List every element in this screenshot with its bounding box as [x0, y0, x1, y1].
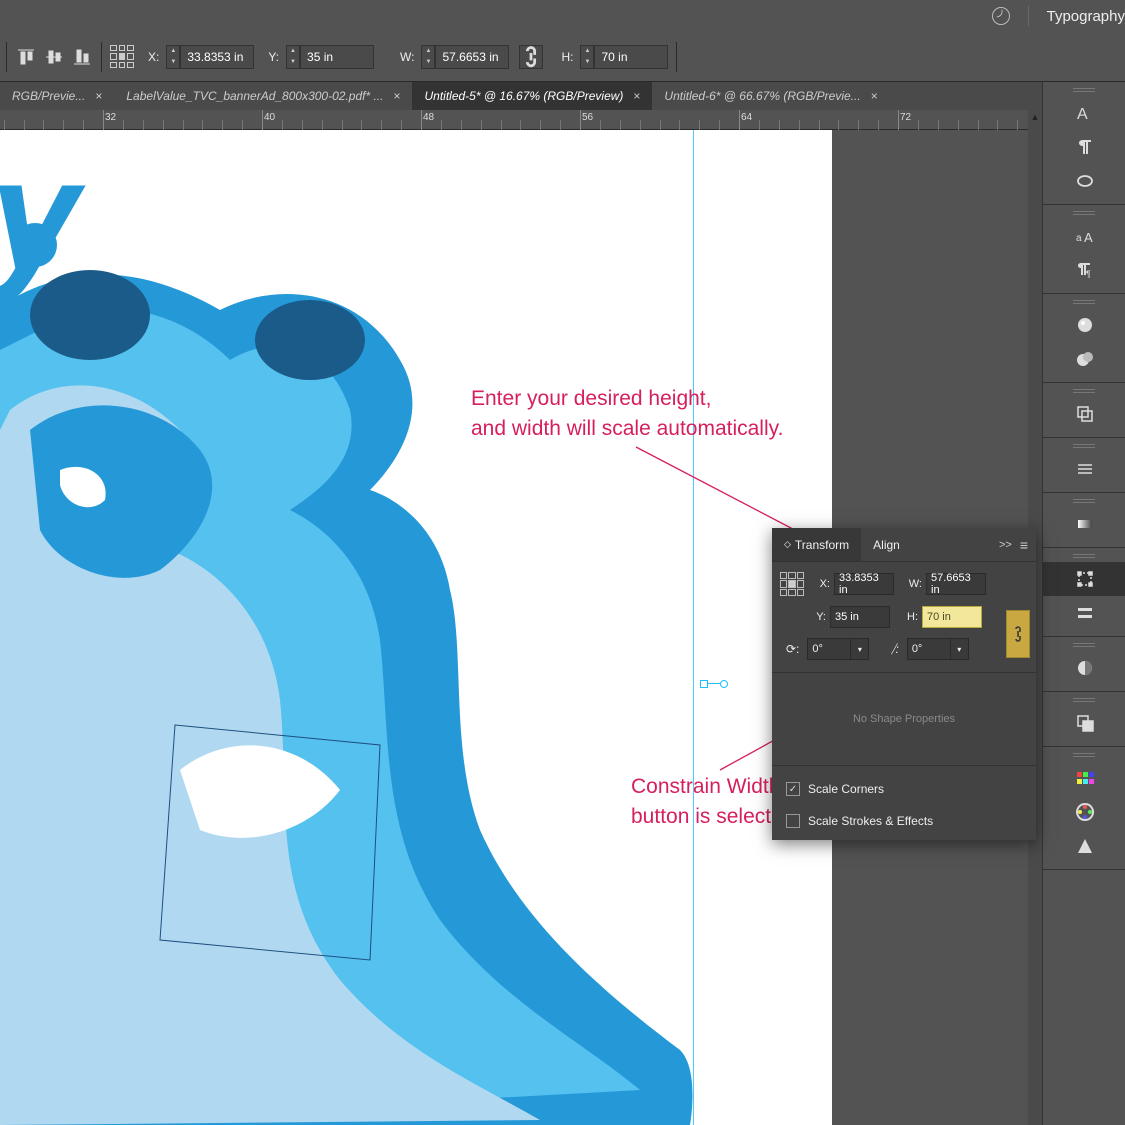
constrain-proportions-button[interactable] [1006, 610, 1030, 658]
color-guide-panel-icon[interactable] [1043, 829, 1125, 863]
canvas[interactable]: y [0, 130, 832, 1125]
y-input[interactable]: ▲▼35 in [286, 45, 374, 69]
gradient-panel-icon[interactable] [1043, 507, 1125, 541]
h-label: H: [561, 50, 573, 64]
tab-label: Untitled-6* @ 66.67% (RGB/Previe... [664, 89, 860, 103]
transform-panel: ◇Transform Align >> ≡ X: 33.8353 in W: 5… [772, 528, 1036, 840]
tab-label: Transform [795, 538, 849, 552]
constrain-proportions-icon[interactable] [519, 45, 543, 69]
horizontal-ruler[interactable]: 324048566472 [0, 110, 1028, 130]
pathfinder-panel-icon[interactable] [1043, 706, 1125, 740]
reference-point-grid[interactable] [110, 45, 134, 69]
svg-text:a: a [1076, 233, 1082, 244]
char-styles-icon[interactable]: aA [1043, 219, 1125, 253]
scale-corners-checkbox[interactable] [786, 782, 800, 796]
scale-strokes-checkbox[interactable] [786, 814, 800, 828]
x-label: X: [148, 50, 159, 64]
character-panel-icon[interactable]: A [1043, 96, 1125, 130]
close-icon[interactable]: × [633, 89, 640, 103]
help-icon[interactable] [992, 7, 1010, 25]
close-icon[interactable]: × [95, 89, 102, 103]
graphic-styles-icon[interactable] [1043, 342, 1125, 376]
layers-panel-icon[interactable] [1043, 397, 1125, 431]
collapse-icon[interactable]: >> [999, 539, 1012, 551]
tab-label: Untitled-5* @ 16.67% (RGB/Preview) [424, 89, 623, 103]
app-topbar: Typography [0, 0, 1125, 32]
options-bar: X: ▲▼33.8353 in Y: ▲▼35 in W: ▲▼57.6653 … [0, 32, 1125, 82]
panel-x-label: X: [816, 578, 830, 590]
typography-link[interactable]: Typography [1047, 8, 1125, 25]
align-top-icon[interactable] [15, 46, 37, 68]
opentype-panel-icon[interactable] [1043, 164, 1125, 198]
close-icon[interactable]: × [871, 89, 878, 103]
swatches-panel-icon[interactable] [1043, 761, 1125, 795]
document-tab[interactable]: RGB/Previe... × [0, 82, 114, 110]
no-shape-properties-label: No Shape Properties [780, 685, 1028, 753]
document-tabs: RGB/Previe... × LabelValue_TVC_bannerAd_8… [0, 82, 1042, 110]
panel-h-label: H: [904, 611, 918, 623]
x-input[interactable]: ▲▼33.8353 in [166, 45, 254, 69]
tab-label: LabelValue_TVC_bannerAd_800x300-02.pdf* … [126, 89, 383, 103]
para-styles-icon[interactable]: ¶ [1043, 253, 1125, 287]
align-vcenter-icon[interactable] [43, 46, 65, 68]
h-input[interactable]: ▲▼70 in [580, 45, 668, 69]
transparency-panel-icon[interactable] [1043, 651, 1125, 685]
svg-text:A: A [1077, 106, 1088, 123]
panel-rotate-input[interactable]: 0°▾ [807, 638, 869, 660]
w-label: W: [400, 50, 414, 64]
panel-shear-input[interactable]: 0°▾ [907, 638, 969, 660]
panel-w-label: W: [908, 578, 922, 590]
tab-label: RGB/Previe... [12, 89, 85, 103]
annotation-height: Enter your desired height, and width wil… [471, 384, 783, 445]
shear-icon: ⧸: [891, 642, 898, 657]
scroll-up-icon[interactable]: ▲ [1028, 110, 1042, 124]
panel-reference-point[interactable] [780, 572, 804, 596]
scale-strokes-label: Scale Strokes & Effects [808, 814, 933, 828]
paragraph-panel-icon[interactable] [1043, 130, 1125, 164]
transform-panel-icon[interactable] [1043, 562, 1125, 596]
align-bottom-icon[interactable] [71, 46, 93, 68]
guide-vertical[interactable] [693, 130, 694, 1125]
align-tab[interactable]: Align [861, 528, 912, 561]
panel-x-input[interactable]: 33.8353 in [834, 573, 894, 595]
panel-w-input[interactable]: 57.6653 in [926, 573, 986, 595]
selection-handle[interactable] [700, 680, 728, 688]
panel-y-label: Y: [812, 611, 826, 623]
transform-tab[interactable]: ◇Transform [772, 528, 861, 561]
document-tab-active[interactable]: Untitled-5* @ 16.67% (RGB/Preview) × [412, 82, 652, 110]
rotate-icon: ⟳: [786, 642, 799, 656]
close-icon[interactable]: × [393, 89, 400, 103]
y-label: Y: [268, 50, 279, 64]
stroke-panel-icon[interactable] [1043, 452, 1125, 486]
appearance-panel-icon[interactable] [1043, 308, 1125, 342]
color-panel-icon[interactable] [1043, 795, 1125, 829]
panel-menu-icon[interactable]: ≡ [1020, 537, 1028, 553]
right-panel-strip: A aA ¶ [1042, 82, 1125, 1125]
align-panel-icon[interactable] [1043, 596, 1125, 630]
svg-text:¶: ¶ [1086, 269, 1091, 279]
tab-label: Align [873, 538, 900, 552]
svg-text:A: A [1084, 230, 1093, 245]
scale-corners-label: Scale Corners [808, 782, 884, 796]
document-tab[interactable]: Untitled-6* @ 66.67% (RGB/Previe... × [652, 82, 889, 110]
document-tab[interactable]: LabelValue_TVC_bannerAd_800x300-02.pdf* … [114, 82, 412, 110]
panel-y-input[interactable]: 35 in [830, 606, 890, 628]
panel-h-input[interactable]: 70 in [922, 606, 982, 628]
w-input[interactable]: ▲▼57.6653 in [421, 45, 509, 69]
